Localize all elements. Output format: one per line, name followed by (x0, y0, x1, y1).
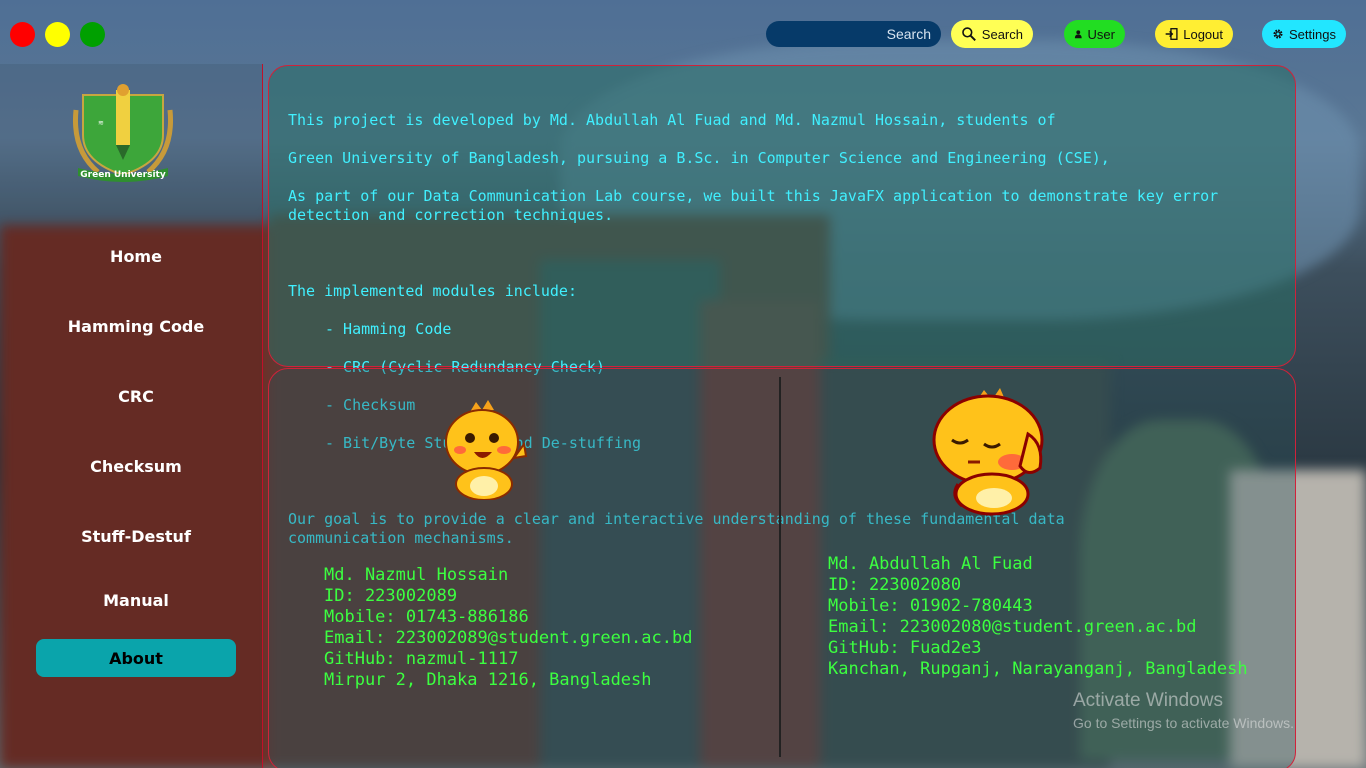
member-mobile: Mobile: 01743-886186 (324, 607, 529, 627)
sidebar-item-label: Hamming Code (67, 316, 205, 336)
search-button-label: Search (981, 26, 1023, 42)
team-member-card: Md. Abdullah Al Fuad ID: 223002080 Mobil… (828, 554, 1248, 680)
search-input[interactable] (766, 21, 941, 47)
mascot-waving-image (445, 400, 528, 500)
sidebar-item-manual[interactable]: Manual (36, 581, 236, 619)
logout-icon (1165, 28, 1178, 40)
about-line-3: As part of our Data Communication Lab co… (288, 187, 1219, 224)
green-university-logo: ≋ Green University (72, 84, 174, 182)
module-item: - Hamming Code (325, 320, 452, 338)
member-id: ID: 223002089 (324, 586, 458, 606)
sidebar-item-hamming-code[interactable]: Hamming Code (36, 307, 236, 345)
member-address: Mirpur 2, Dhaka 1216, Bangladesh (324, 670, 652, 690)
minimize-window-button[interactable] (45, 22, 70, 47)
watermark-title: Activate Windows (1073, 690, 1223, 711)
search-icon (962, 27, 976, 42)
user-icon (1074, 30, 1082, 39)
sidebar-item-label: Home (110, 246, 162, 266)
mascot-thinking-image (932, 388, 1044, 516)
user-button-label: User (1087, 26, 1115, 42)
member-github: GitHub: nazmul-1117 (324, 649, 519, 669)
sidebar-item-stuff-destuf[interactable]: Stuff-Destuf (36, 517, 236, 555)
sidebar-item-label: Checksum (90, 456, 182, 476)
maximize-window-button[interactable] (80, 22, 105, 47)
team-member-card: Md. Nazmul Hossain ID: 223002089 Mobile:… (324, 565, 692, 691)
logout-button[interactable]: Logout (1155, 20, 1233, 48)
settings-button[interactable]: Settings (1262, 20, 1346, 48)
activate-windows-watermark: Activate Windows Go to Settings to activ… (1073, 690, 1294, 731)
close-window-button[interactable] (10, 22, 35, 47)
team-divider (779, 377, 781, 757)
sidebar-item-label: CRC (118, 386, 154, 406)
sidebar-item-label: Manual (103, 590, 169, 610)
settings-button-label: Settings (1289, 26, 1336, 42)
member-id: ID: 223002080 (828, 575, 962, 595)
sidebar-item-label: About (109, 648, 163, 668)
sidebar-item-checksum[interactable]: Checksum (36, 447, 236, 485)
logo-caption: Green University (80, 170, 166, 180)
modules-intro: The implemented modules include: (288, 282, 577, 300)
member-name: Md. Abdullah Al Fuad (828, 554, 1033, 574)
sidebar-item-crc[interactable]: CRC (36, 377, 236, 415)
watermark-subtitle: Go to Settings to activate Windows. (1073, 715, 1294, 731)
svg-text:≋: ≋ (98, 119, 104, 127)
member-address: Kanchan, Rupganj, Narayanganj, Banglades… (828, 659, 1248, 679)
sidebar-divider (262, 64, 263, 768)
sidebar-item-about[interactable]: About (36, 639, 236, 677)
logout-button-label: Logout (1183, 26, 1223, 42)
about-line-2: Green University of Bangladesh, pursuing… (288, 149, 1110, 167)
sidebar-item-label: Stuff-Destuf (81, 526, 191, 546)
member-email: Email: 223002089@student.green.ac.bd (324, 628, 693, 648)
about-line-1: This project is developed by Md. Abdulla… (288, 111, 1056, 129)
member-name: Md. Nazmul Hossain (324, 565, 509, 585)
gear-icon (1273, 29, 1283, 39)
user-button[interactable]: User (1064, 20, 1125, 48)
sidebar-item-home[interactable]: Home (36, 237, 236, 275)
member-email: Email: 223002080@student.green.ac.bd (828, 617, 1197, 637)
search-button[interactable]: Search (951, 20, 1033, 48)
member-mobile: Mobile: 01902-780443 (828, 596, 1033, 616)
member-github: GitHub: Fuad2e3 (828, 638, 982, 658)
